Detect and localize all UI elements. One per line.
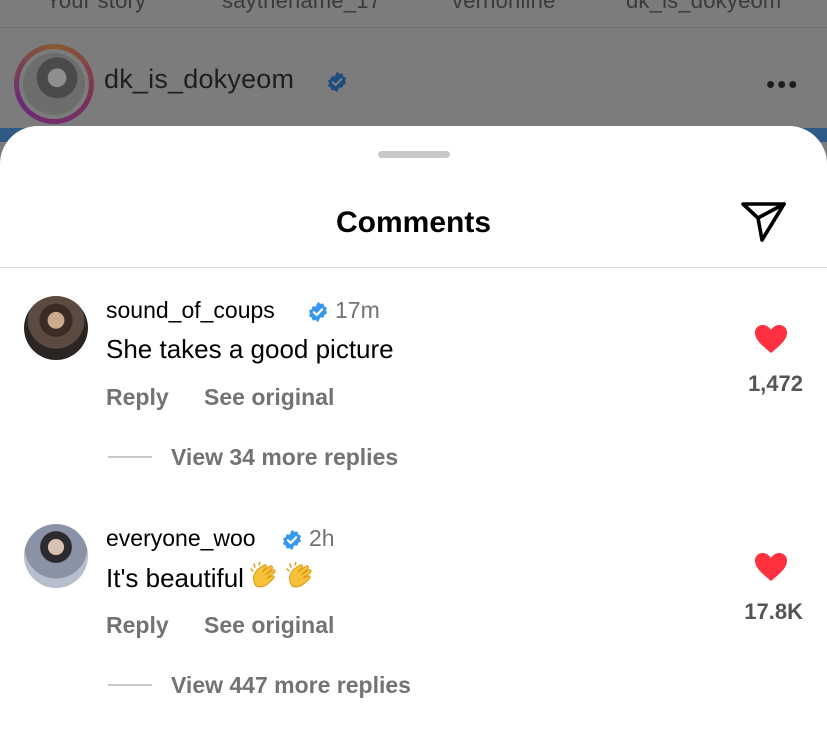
verified-badge-icon bbox=[283, 529, 301, 551]
more-dots-icon[interactable]: ••• bbox=[766, 71, 799, 97]
comment-item: sound_of_coups 17m She takes a good pict… bbox=[0, 296, 827, 496]
story-label[interactable]: Your story bbox=[46, 0, 146, 14]
replies-line bbox=[108, 684, 152, 686]
story-label[interactable]: dk_is_dokyeom bbox=[626, 0, 781, 14]
comment-time: 2h bbox=[309, 525, 335, 551]
divider bbox=[0, 267, 827, 268]
comment-username[interactable]: everyone_woo bbox=[106, 525, 256, 552]
post-header: dk_is_dokyeom ••• bbox=[0, 42, 827, 126]
reply-button[interactable]: Reply bbox=[106, 384, 169, 411]
heart-icon[interactable] bbox=[754, 324, 788, 354]
comment-text-content: It's beautiful bbox=[106, 563, 244, 593]
replies-line bbox=[108, 456, 152, 458]
view-replies-button[interactable]: View 34 more replies bbox=[171, 444, 398, 471]
story-label[interactable]: saythename_17 bbox=[222, 0, 381, 14]
comment-time: 17m bbox=[335, 297, 380, 323]
see-original-button[interactable]: See original bbox=[204, 384, 334, 411]
sheet-drag-handle[interactable] bbox=[378, 151, 450, 158]
comments-sheet: Comments sound_of_coups 17m She takes a … bbox=[0, 126, 827, 736]
sheet-title: Comments bbox=[335, 206, 492, 239]
post-avatar[interactable] bbox=[14, 44, 94, 124]
clapping-hands-icon bbox=[286, 562, 312, 588]
heart-icon[interactable] bbox=[754, 552, 788, 582]
clapping-hands-icon bbox=[250, 562, 276, 588]
comment-text: She takes a good picture bbox=[106, 334, 394, 364]
verified-badge-icon bbox=[328, 71, 346, 93]
like-count: 1,472 bbox=[747, 371, 803, 396]
paper-plane-icon[interactable] bbox=[740, 200, 788, 244]
comment-text: It's beautiful bbox=[106, 562, 316, 594]
like-count: 17.8K bbox=[744, 599, 803, 624]
see-original-button[interactable]: See original bbox=[204, 612, 334, 639]
background-feed: Your story saythename_17 vernonline dk_i… bbox=[0, 0, 827, 142]
story-label[interactable]: vernonline bbox=[452, 0, 556, 14]
avatar[interactable] bbox=[24, 524, 88, 588]
comment-username[interactable]: sound_of_coups bbox=[106, 297, 275, 324]
comment-item: everyone_woo 2h It's beautiful Reply See… bbox=[0, 524, 827, 724]
post-username[interactable]: dk_is_dokyeom bbox=[104, 64, 294, 95]
verified-badge-icon bbox=[309, 301, 327, 323]
reply-button[interactable]: Reply bbox=[106, 612, 169, 639]
stories-strip: Your story saythename_17 vernonline dk_i… bbox=[0, 0, 827, 28]
avatar[interactable] bbox=[24, 296, 88, 360]
view-replies-button[interactable]: View 447 more replies bbox=[171, 672, 411, 699]
